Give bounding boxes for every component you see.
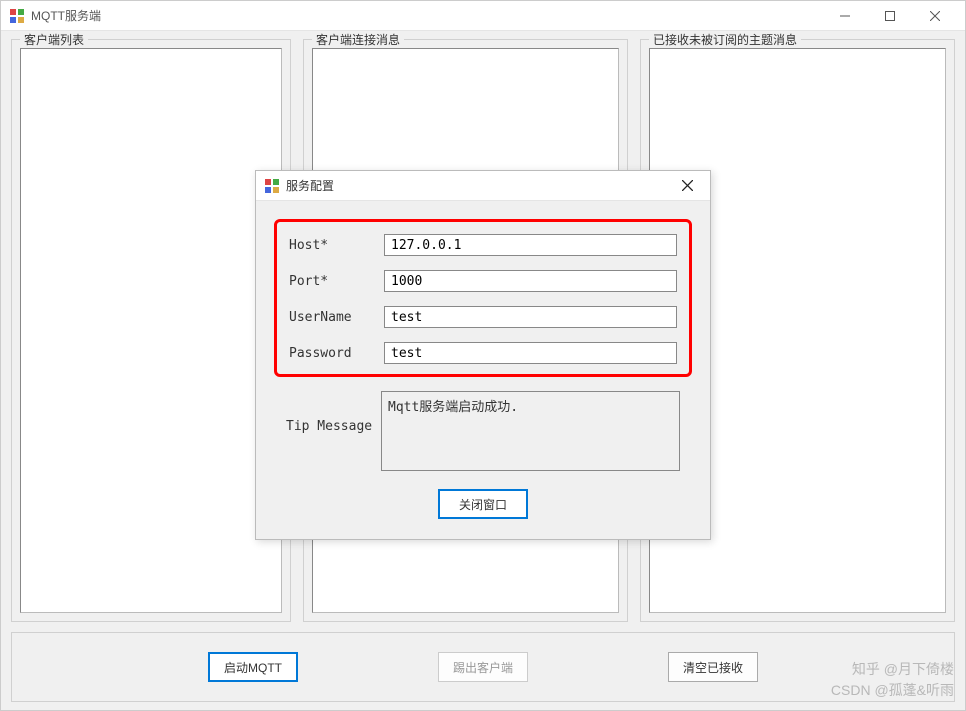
close-button[interactable]	[912, 1, 957, 31]
app-icon	[9, 8, 25, 24]
dialog-body: Host* Port* UserName Password Tip Messag…	[256, 201, 710, 539]
clear-received-button[interactable]: 清空已接收	[668, 652, 758, 682]
dialog-title: 服务配置	[264, 177, 672, 194]
main-window-title: MQTT服务端	[31, 7, 822, 24]
client-list-label: 客户端列表	[20, 31, 88, 48]
minimize-button[interactable]	[822, 1, 867, 31]
dialog-close-icon[interactable]	[672, 171, 702, 201]
password-row: Password	[289, 342, 677, 364]
host-row: Host*	[289, 234, 677, 256]
host-input[interactable]	[384, 234, 677, 256]
username-row: UserName	[289, 306, 677, 328]
tip-row: Tip Message Mqtt服务端启动成功.	[274, 391, 692, 471]
start-mqtt-button[interactable]: 启动MQTT	[208, 652, 298, 682]
port-row: Port*	[289, 270, 677, 292]
config-dialog: 服务配置 Host* Port* UserName Password	[255, 170, 711, 540]
close-window-button[interactable]: 关闭窗口	[438, 489, 528, 519]
host-label: Host*	[289, 238, 384, 253]
password-label: Password	[289, 346, 384, 361]
clear-received-label: 清空已接收	[683, 659, 743, 676]
kick-client-button[interactable]: 踢出客户端	[438, 652, 528, 682]
password-input[interactable]	[384, 342, 677, 364]
main-titlebar: MQTT服务端	[1, 1, 965, 31]
port-label: Port*	[289, 274, 384, 289]
bottom-button-bar: 启动MQTT 踢出客户端 清空已接收	[11, 632, 955, 702]
username-label: UserName	[289, 310, 384, 325]
maximize-button[interactable]	[867, 1, 912, 31]
client-list-box[interactable]	[20, 48, 282, 613]
connection-msg-label: 客户端连接消息	[312, 31, 404, 48]
close-window-label: 关闭窗口	[459, 496, 507, 513]
config-highlight-box: Host* Port* UserName Password	[274, 219, 692, 377]
dialog-footer: 关闭窗口	[274, 471, 692, 523]
tip-message-text: Mqtt服务端启动成功.	[388, 400, 518, 415]
dialog-title-text: 服务配置	[286, 177, 334, 194]
username-input[interactable]	[384, 306, 677, 328]
tip-label: Tip Message	[286, 391, 381, 471]
dialog-app-icon	[264, 178, 280, 194]
window-controls	[822, 1, 957, 31]
tip-message-box: Mqtt服务端启动成功.	[381, 391, 680, 471]
client-list-panel: 客户端列表	[11, 39, 291, 622]
start-mqtt-label: 启动MQTT	[224, 659, 282, 676]
kick-client-label: 踢出客户端	[453, 659, 513, 676]
port-input[interactable]	[384, 270, 677, 292]
dialog-titlebar: 服务配置	[256, 171, 710, 201]
unsubscribed-msg-label: 已接收未被订阅的主题消息	[649, 31, 801, 48]
